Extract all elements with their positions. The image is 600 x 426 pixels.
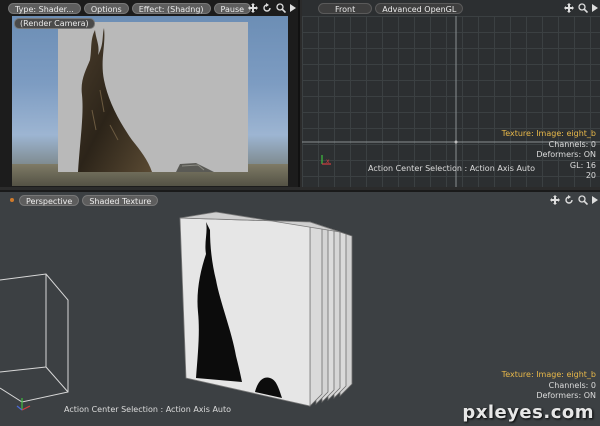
perspective-hud-deformers: Deformers: ON bbox=[536, 391, 596, 400]
options-button[interactable]: Options bbox=[83, 2, 129, 14]
front-toolbar: Front Advanced OpenGL bbox=[302, 0, 600, 16]
type-shader-button[interactable]: Type: Shader... bbox=[8, 2, 81, 14]
page-stack bbox=[179, 211, 353, 407]
perspective-hud-channels: Channels: 0 bbox=[548, 380, 596, 390]
front-status: Action Center Selection : Action Axis Au… bbox=[368, 164, 536, 173]
front-hud-deformers: Deformers: ON bbox=[536, 150, 596, 159]
perspective-hud: Texture: Image: eight_b Channels: 0 Defo… bbox=[502, 370, 596, 402]
rotate-icon[interactable] bbox=[262, 3, 272, 13]
front-view-tools bbox=[564, 3, 588, 13]
perspective-status: Action Center Selection : Action Axis Au… bbox=[64, 405, 232, 414]
move-icon[interactable] bbox=[248, 3, 258, 13]
render-view-tools bbox=[248, 3, 286, 13]
collapse-arrow-icon[interactable] bbox=[592, 4, 598, 12]
perspective-viewport[interactable]: Perspective Shaded Texture Texture: Imag… bbox=[0, 190, 600, 426]
effect-dropdown[interactable]: Effect: (Shadng) bbox=[131, 2, 211, 14]
front-hud-texture: Texture: Image: eight_b bbox=[501, 129, 596, 138]
front-hud-channels: Channels: 0 bbox=[548, 139, 596, 149]
render-viewport[interactable]: Type: Shader... Options Effect: (Shadng)… bbox=[0, 0, 300, 187]
collapse-arrow-icon[interactable] bbox=[290, 4, 296, 12]
render-camera-label: (Render Camera) bbox=[14, 18, 95, 29]
camera-wireframe bbox=[0, 273, 69, 403]
pause-button[interactable]: Pause bbox=[213, 2, 252, 14]
axis-icon bbox=[16, 398, 31, 411]
front-view-button[interactable]: Front bbox=[318, 2, 373, 14]
move-icon[interactable] bbox=[564, 3, 574, 13]
zoom-icon[interactable] bbox=[276, 3, 286, 13]
zoom-icon[interactable] bbox=[578, 3, 588, 13]
perspective-hud-texture: Texture: Image: eight_b bbox=[501, 370, 596, 379]
axis-icon: x bbox=[321, 155, 331, 165]
svg-text:x: x bbox=[326, 158, 330, 165]
front-viewport[interactable]: Front Advanced OpenGL Texture: Image: ei… bbox=[302, 0, 600, 187]
watermark-text: pxleyes.com bbox=[462, 402, 594, 423]
front-hud: Texture: Image: eight_b Channels: 0 Defo… bbox=[502, 129, 596, 182]
advanced-opengl-button[interactable]: Advanced OpenGL bbox=[375, 2, 464, 14]
